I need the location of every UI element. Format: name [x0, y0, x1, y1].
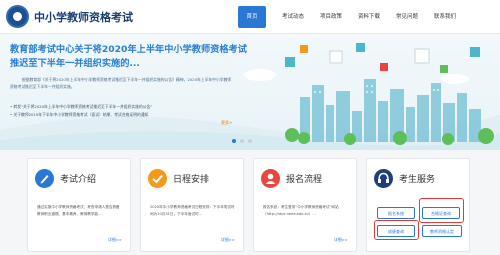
banner-news-list: • 转发“关于将2020年上半年中小学教师资格考试推迟至下半年一并组织实施的公告…: [10, 103, 240, 119]
nav-faq[interactable]: 常见问题: [394, 6, 420, 28]
checkmark-icon: [148, 169, 167, 188]
card-text: 报名系统：考生登录“中小学教师资格考试”网站（http://ntce.neea.…: [263, 205, 339, 216]
nav-home[interactable]: 首页: [238, 6, 266, 28]
hero-banner: 教育部考试中心关于将2020年上半年中小学教师资格考试推迟至下半年一并组织实施的…: [0, 35, 500, 150]
card-more-link[interactable]: 详细>>: [334, 237, 348, 243]
card-exam-intro: 考试介绍 通过实施中小学教师资格考试，考查申请人是否具备教师职业道德、基本素养、…: [27, 158, 131, 252]
feature-cards: 考试介绍 通过实施中小学教师资格考试，考查申请人是否具备教师职业道德、基本素养、…: [27, 158, 473, 252]
banner-headline[interactable]: 教育部考试中心关于将2020年上半年中小学教师资格考试推迟至下半年一并组织实施的…: [10, 43, 250, 71]
main-nav: 首页 考试动态 项目政策 资料下载 常见问题 联系我们: [236, 6, 458, 28]
person-icon: [261, 169, 280, 188]
carousel-dot-2[interactable]: [240, 139, 244, 143]
card-text: 2020年中小学教师资格考试日程安排：下半年笔试时间为10月31日，下半年面试时…: [150, 205, 235, 216]
card-registration: 报名流程 报名系统：考生登录“中小学教师资格考试”网站（http://ntce.…: [253, 158, 357, 252]
card-more-link[interactable]: 详细>>: [108, 237, 122, 243]
logo-emblem[interactable]: [6, 5, 29, 28]
nav-downloads[interactable]: 资料下载: [356, 6, 382, 28]
carousel-dots: [232, 139, 252, 143]
banner-more-link[interactable]: 更多>: [221, 120, 232, 126]
highlight-box-certificate: [419, 198, 464, 223]
registration-system-button[interactable]: 报名系统: [377, 207, 415, 219]
card-title[interactable]: 考生服务: [399, 172, 435, 185]
nav-contact[interactable]: 联系我们: [432, 6, 458, 28]
site-header: 中小学教师资格考试 首页 考试动态 项目政策 资料下载 常见问题 联系我们: [0, 0, 500, 34]
nav-policy[interactable]: 项目政策: [318, 6, 344, 28]
qualification-recognition-button[interactable]: 教师资格认定: [422, 225, 462, 237]
card-text: 通过实施中小学教师资格考试，考查申请人是否具备教师职业道德、基本素养、教育教学能…: [37, 205, 120, 216]
site-title[interactable]: 中小学教师资格考试: [34, 9, 133, 25]
card-title[interactable]: 考试介绍: [60, 172, 96, 185]
card-title[interactable]: 报名流程: [286, 172, 322, 185]
nav-exam-news[interactable]: 考试动态: [280, 6, 306, 28]
banner-summary: 根据教育部《关于将2020年上半年中小学教师资格考试推迟至下半年一并组织实施的公…: [10, 77, 232, 89]
card-title[interactable]: 日程安排: [173, 172, 209, 185]
news-link-2[interactable]: • 关于教师2019年下半年中小学教师资格考试（面试）结果、考试合格证明的通知: [10, 111, 240, 119]
carousel-dot-3[interactable]: [248, 139, 252, 143]
carousel-dot-1[interactable]: [232, 139, 236, 143]
highlight-box-score: [374, 220, 419, 240]
card-candidate-services: 考生服务 报名系统 合格证查询 成绩查询 教师资格认定: [366, 158, 470, 252]
card-more-link[interactable]: 详细>>: [221, 237, 235, 243]
news-link-1[interactable]: • 转发“关于将2020年上半年中小学教师资格考试推迟至下半年一并组织实施的公告…: [10, 103, 240, 111]
pencil-icon: [35, 169, 54, 188]
headset-icon: [374, 169, 393, 188]
card-schedule: 日程安排 2020年中小学教师资格考试日程安排：下半年笔试时间为10月31日，下…: [140, 158, 244, 252]
